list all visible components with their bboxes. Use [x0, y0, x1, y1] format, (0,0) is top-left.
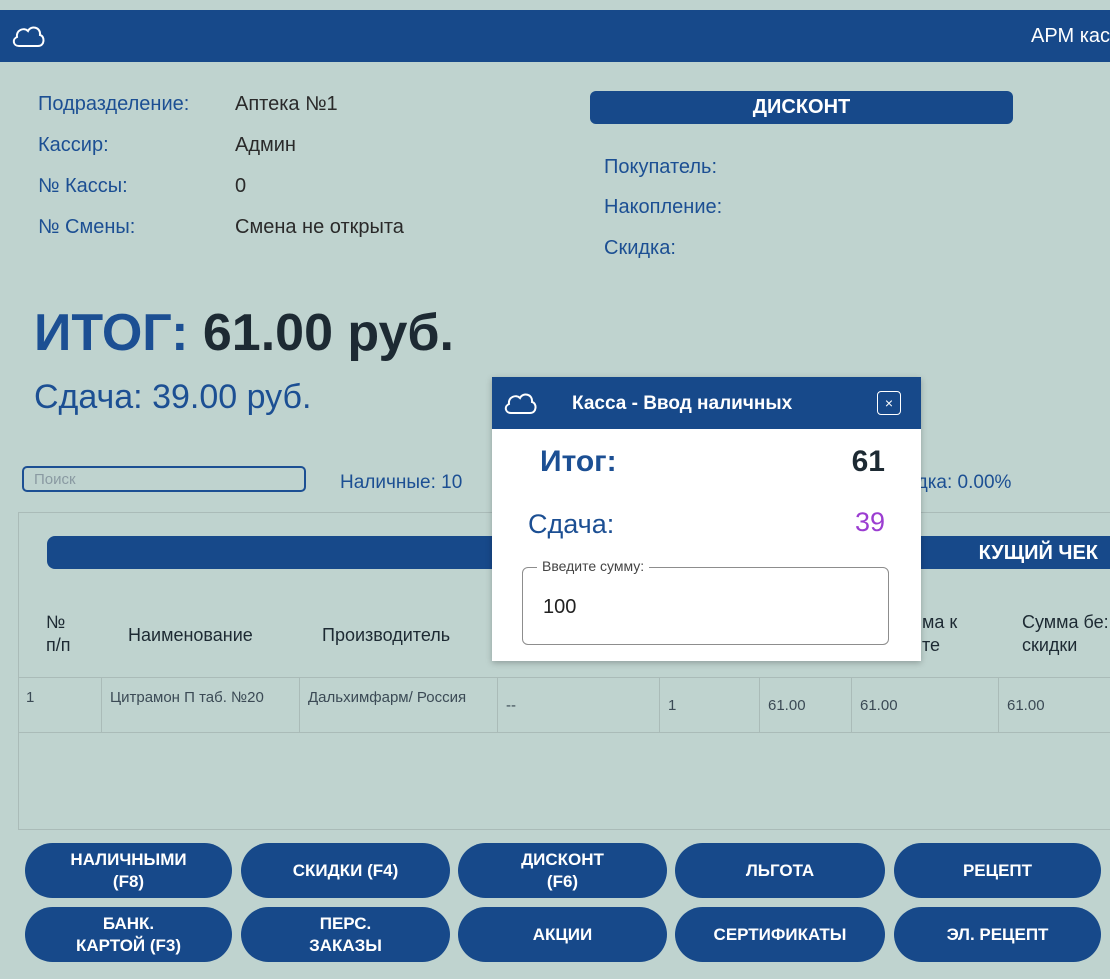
benefit-button-label: ЛЬГОТА — [745, 860, 815, 880]
col-topay-line2: те — [922, 635, 941, 655]
cash-register-app: АРМ кас Подразделение: Аптека №1 Кассир:… — [0, 0, 1110, 979]
discount-label: Скидка: — [604, 237, 676, 259]
change-line: Сдача: 39.00 руб. — [34, 378, 311, 417]
prescription-button-label: РЕЦЕПТ — [962, 860, 1033, 880]
amount-input[interactable] — [543, 596, 863, 619]
search-input[interactable] — [22, 466, 306, 492]
prescription-button[interactable]: РЕЦЕПТ — [894, 843, 1101, 898]
cell-series: -- — [498, 678, 660, 732]
close-icon: × — [884, 395, 894, 411]
dialog-change-value: 39 — [854, 507, 885, 537]
table-row[interactable]: 1 Цитрамон П таб. №20 Дальхимфарм/ Росси… — [18, 677, 1110, 733]
amount-field: Введите сумму: — [522, 558, 889, 645]
total-value: 61.00 руб. — [202, 304, 454, 362]
cell-no-discount: 61.00 — [1007, 697, 1045, 714]
cell-num: 1 — [18, 678, 102, 732]
discounts-button-label: СКИДКИ (F4) — [292, 860, 399, 880]
amount-field-label: Введите сумму: — [537, 558, 650, 574]
total-line: ИТОГ: 61.00 руб. — [34, 303, 454, 363]
receipt-header-text: КУЩИЙ ЧЕК — [978, 542, 1098, 564]
dialog-title-bar: Касса - Ввод наличных × — [492, 377, 921, 429]
cell-price: 61.00 — [760, 678, 852, 732]
change-label: Сдача: — [34, 378, 143, 416]
cell-qty: 1 — [660, 678, 760, 732]
e-prescription-button[interactable]: ЭЛ. РЕЦЕПТ — [894, 907, 1101, 962]
division-label: Подразделение: — [38, 93, 190, 115]
col-topay-line1: ма к — [922, 612, 958, 632]
col-nodiscount-line2: скидки — [1022, 635, 1078, 655]
benefit-button[interactable]: ЛЬГОТА — [675, 843, 885, 898]
cash-input-dialog: Касса - Ввод наличных × Итог: 61 Сдача: … — [492, 377, 921, 661]
register-label: № Кассы: — [38, 175, 128, 197]
cell-to-pay: 61.00 — [852, 678, 999, 732]
discount-header: ДИСКОНТ — [590, 91, 1013, 124]
discount-summary: идка: 0.00% — [906, 472, 1012, 493]
accumulation-label: Накопление: — [604, 196, 723, 218]
col-num-line2: п/п — [46, 635, 71, 655]
dialog-total-value: 61 — [851, 445, 885, 478]
division-value: Аптека №1 — [235, 93, 338, 115]
cashier-value: Админ — [235, 134, 296, 156]
dialog-change-label: Сдача: — [528, 509, 615, 539]
personal-orders-button[interactable]: ПЕРС. ЗАКАЗЫ — [241, 907, 450, 962]
cash-button-label: НАЛИЧНЫМИ (F8) — [70, 849, 187, 891]
close-button[interactable]: × — [877, 391, 901, 415]
total-label: ИТОГ: — [34, 304, 189, 362]
change-value: 39.00 руб. — [152, 378, 312, 416]
dialog-total-label: Итог: — [540, 445, 617, 478]
certificates-button[interactable]: СЕРТИФИКАТЫ — [675, 907, 885, 962]
buyer-label: Покупатель: — [604, 156, 718, 178]
col-nodiscount-line1: Сумма бе: — [1022, 612, 1109, 632]
col-num-line1: № — [46, 612, 66, 632]
shift-label: № Смены: — [38, 216, 136, 238]
certificates-button-label: СЕРТИФИКАТЫ — [713, 924, 847, 944]
cloud-icon — [10, 22, 46, 55]
personal-orders-button-label: ПЕРС. ЗАКАЗЫ — [309, 913, 382, 955]
promotions-button[interactable]: АКЦИИ — [458, 907, 667, 962]
cash-button[interactable]: НАЛИЧНЫМИ (F8) — [25, 843, 232, 898]
col-num-header: № п/п — [46, 611, 71, 657]
col-topay-header: ма к те — [922, 611, 957, 657]
discounts-button[interactable]: СКИДКИ (F4) — [241, 843, 450, 898]
cloud-icon — [502, 389, 538, 422]
cell-manufacturer: Дальхимфарм/ Россия — [300, 678, 498, 732]
shift-value: Смена не открыта — [235, 216, 404, 238]
col-manufacturer-header: Производитель — [322, 625, 451, 645]
col-nodiscount-header: Сумма бе: скидки — [1022, 611, 1109, 657]
discount-card-button[interactable]: ДИСКОНТ (F6) — [458, 843, 667, 898]
promotions-button-label: АКЦИИ — [532, 924, 593, 944]
col-name-header: Наименование — [128, 625, 253, 645]
cell-name: Цитрамон П таб. №20 — [102, 678, 300, 732]
title-bar: АРМ кас — [0, 10, 1110, 62]
bank-card-button-label: БАНК. КАРТОЙ (F3) — [75, 913, 182, 955]
register-value: 0 — [235, 175, 247, 197]
e-prescription-button-label: ЭЛ. РЕЦЕПТ — [946, 924, 1049, 944]
discount-card-button-label: ДИСКОНТ (F6) — [521, 849, 604, 891]
app-title: АРМ кас — [1031, 25, 1110, 47]
cashier-label: Кассир: — [38, 134, 109, 156]
cash-summary: Наличные: 10 — [340, 472, 463, 493]
bank-card-button[interactable]: БАНК. КАРТОЙ (F3) — [25, 907, 232, 962]
dialog-title: Касса - Ввод наличных — [572, 393, 793, 414]
